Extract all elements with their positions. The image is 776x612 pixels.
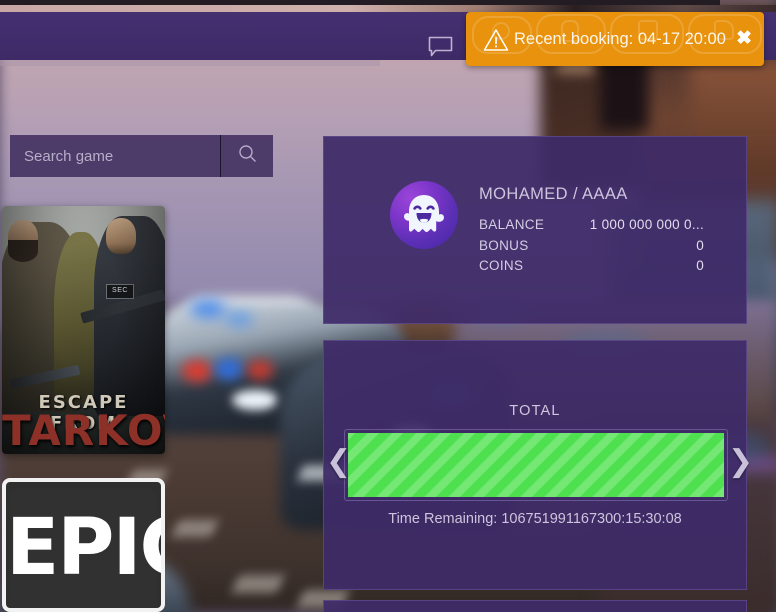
tile-title-line2: TARKOV	[2, 406, 165, 454]
warning-triangle-icon	[483, 28, 509, 52]
total-heading: TOTAL	[509, 403, 561, 419]
navbar-underline	[0, 60, 380, 66]
total-progress-fill	[348, 433, 724, 497]
stat-label: BALANCE	[479, 217, 545, 232]
carousel-next-button[interactable]: ❯	[728, 447, 753, 477]
stat-label: COINS	[479, 258, 524, 273]
police-headlight	[232, 390, 278, 410]
account-stat-row: BALANCE 1 000 000 000 0...	[479, 215, 704, 236]
carousel-prev-button[interactable]: ❮	[326, 447, 351, 477]
stat-label: BONUS	[479, 237, 529, 253]
next-panel-partial	[323, 600, 747, 612]
search-icon	[238, 144, 257, 168]
search-input[interactable]	[10, 135, 220, 177]
notification-toast[interactable]: Recent booking: 04-17 20:00 ✖	[466, 12, 764, 66]
app-root: Recent booking: 04-17 20:00 ✖ SEC ESCAPE…	[0, 0, 776, 612]
time-remaining-label: Time Remaining: 106751991167300:15:30:08	[388, 511, 682, 527]
ghost-avatar-icon	[390, 181, 458, 249]
stat-value: 0	[696, 258, 704, 273]
road-marking	[171, 520, 219, 537]
account-stats: BALANCE 1 000 000 000 0... BONUS 0 COINS…	[479, 215, 704, 277]
chat-bubble-icon[interactable]	[428, 36, 453, 57]
epic-logo-text: EPIC	[6, 503, 161, 593]
background-neon-blob	[225, 312, 253, 326]
total-progress-track	[344, 429, 728, 501]
account-stat-row: BONUS 0	[479, 236, 704, 257]
search-button[interactable]	[220, 135, 273, 177]
game-tile-escape-from-tarkov[interactable]: SEC ESCAPE FROM TARKOV	[2, 206, 165, 454]
stat-value: 1 000 000 000 0...	[589, 217, 704, 232]
account-display-name: MOHAMED / AAAA	[479, 185, 628, 203]
road-marking	[231, 575, 285, 593]
search-bar	[10, 135, 273, 177]
account-panel: MOHAMED / AAAA BALANCE 1 000 000 000 0..…	[323, 136, 747, 324]
background-neon-blob	[190, 300, 226, 318]
total-panel: TOTAL Time Remaining: 106751991167300:15…	[323, 340, 747, 590]
stat-value: 0	[696, 237, 704, 253]
account-stat-row: COINS 0	[479, 256, 704, 277]
close-icon[interactable]: ✖	[736, 12, 752, 66]
game-tile-epic-games[interactable]: EPIC	[2, 478, 165, 612]
top-accent-strip	[0, 5, 776, 12]
police-lightbar-red	[247, 360, 273, 380]
police-lightbar-blue	[215, 358, 243, 380]
police-lightbar-red	[182, 360, 212, 382]
toast-message: Recent booking: 04-17 20:00	[514, 30, 726, 48]
